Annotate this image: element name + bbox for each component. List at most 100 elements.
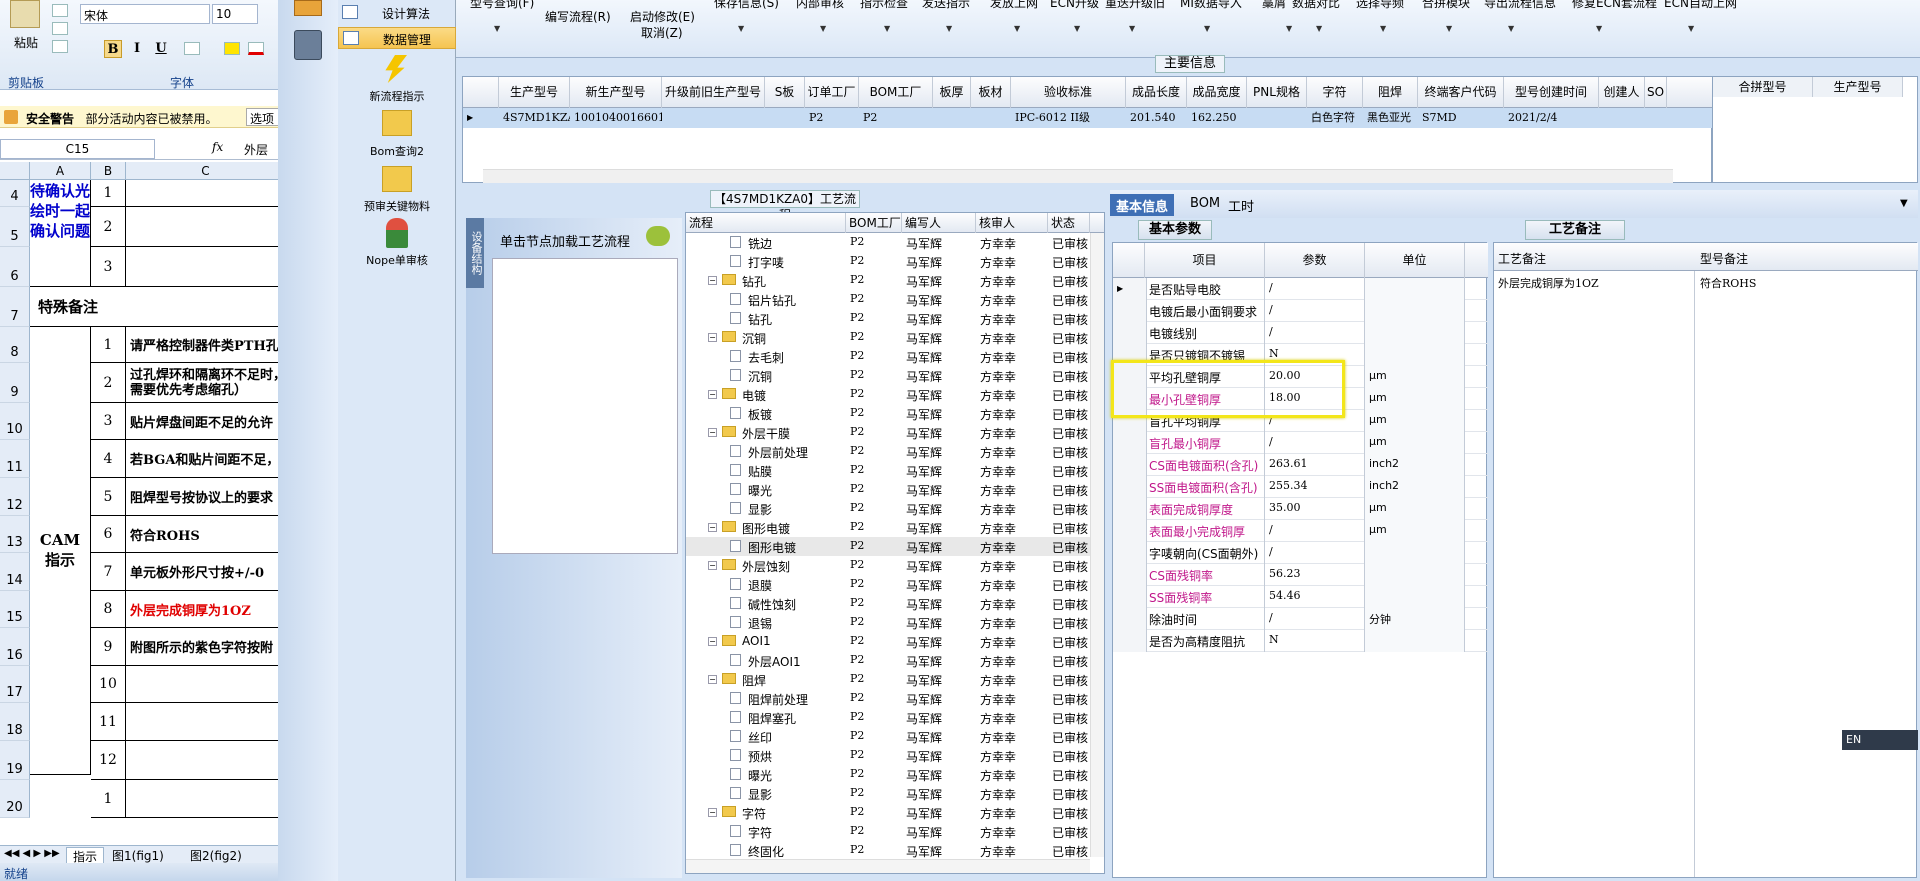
row-header[interactable]: 6	[0, 247, 30, 287]
menu-item[interactable]: 编写流程(R)	[545, 8, 611, 25]
vertical-scrollbar[interactable]	[1090, 233, 1104, 857]
menu-item[interactable]: 导出流程信息	[1484, 0, 1556, 11]
row-header[interactable]: 5	[0, 207, 30, 247]
special-note-cell[interactable]: 特殊备注	[30, 287, 278, 327]
column-header-c[interactable]: C	[126, 162, 278, 180]
chevron-down-icon[interactable]: ▼	[884, 24, 890, 33]
cell-b[interactable]: 8	[91, 591, 126, 628]
row-header[interactable]: 4	[0, 180, 30, 207]
cell-c[interactable]: 过孔焊环和隔离环不足时，需要优先考虑缩孔）	[126, 363, 278, 403]
collapse-toggle-icon[interactable]: −	[708, 523, 717, 532]
param-value[interactable]: /	[1269, 325, 1273, 338]
collapse-toggle-icon[interactable]: −	[708, 561, 717, 570]
cell-c[interactable]	[126, 666, 278, 703]
font-size-select[interactable]: 10	[212, 4, 258, 24]
italic-button[interactable]: I	[128, 40, 146, 58]
column-header[interactable]: 合拼型号	[1713, 77, 1813, 97]
cell-c[interactable]	[126, 180, 278, 207]
row-header[interactable]: 17	[0, 666, 30, 703]
column-header[interactable]: 单位	[1365, 243, 1465, 278]
tree-row[interactable]: 退锡 P2 马军辉 方幸幸 已审核	[686, 613, 1090, 632]
column-header[interactable]: 新生产型号	[570, 77, 662, 108]
column-header[interactable]: 型号创建时间	[1504, 77, 1599, 108]
tree-row[interactable]: 外层前处理 P2 马军辉 方幸幸 已审核	[686, 442, 1090, 461]
fx-icon[interactable]: fx	[212, 140, 223, 154]
table-cell[interactable]	[1645, 108, 1667, 128]
chevron-down-icon[interactable]: ▼	[1286, 24, 1292, 33]
column-header[interactable]: 流程	[686, 213, 846, 233]
calculator-icon[interactable]	[294, 30, 322, 60]
column-header[interactable]: 项目	[1145, 243, 1265, 278]
format-painter-icon[interactable]	[52, 40, 68, 53]
table-cell[interactable]	[1599, 108, 1645, 128]
collapse-toggle-icon[interactable]: −	[708, 637, 717, 646]
params-row[interactable]: SS面残铜率 54.46	[1113, 586, 1488, 608]
cell-c[interactable]: 请严格控制器件类PTH孔	[126, 327, 278, 363]
chevron-down-icon[interactable]: ▼	[1316, 24, 1322, 33]
menu-item[interactable]: ECN升级	[1050, 0, 1099, 11]
chevron-down-icon[interactable]: ▼	[820, 24, 826, 33]
collapse-toggle-icon[interactable]: −	[708, 675, 717, 684]
menu-item[interactable]: 内部审核	[796, 0, 844, 11]
table-cell[interactable]: IPC-6012 II级	[1011, 108, 1126, 128]
param-value[interactable]: 56.23	[1269, 567, 1301, 580]
row-header[interactable]: 19	[0, 741, 30, 780]
menu-item[interactable]: MI数据导入	[1180, 0, 1242, 11]
menu-item[interactable]: 重迭升级旧	[1105, 0, 1165, 11]
cancel-menu-item[interactable]: 取消(Z)	[641, 24, 683, 41]
column-header[interactable]: 生产型号	[1813, 77, 1903, 97]
chevron-down-icon[interactable]: ▼	[1204, 24, 1210, 33]
table-cell[interactable]: 201.540	[1126, 108, 1187, 128]
column-header[interactable]: 板材	[971, 77, 1011, 108]
sheet-tab[interactable]: 图2(fig2)	[190, 847, 242, 864]
nav-new-process[interactable]: 新流程指示	[338, 88, 456, 104]
column-header[interactable]: S板	[765, 77, 805, 108]
table-cell[interactable]: 黑色亚光	[1363, 108, 1418, 128]
param-value[interactable]: 35.00	[1269, 501, 1301, 514]
cell-c[interactable]: 阻焊型号按协议上的要求	[126, 478, 278, 516]
menu-item[interactable]: 修复ECN套流程	[1572, 0, 1657, 11]
param-value[interactable]: N	[1269, 347, 1279, 360]
table-cell[interactable]	[662, 108, 765, 128]
row-header[interactable]: 16	[0, 628, 30, 666]
row-header[interactable]: 8	[0, 327, 30, 363]
cell-b[interactable]: 6	[91, 516, 126, 553]
param-value[interactable]: 255.34	[1269, 479, 1308, 492]
tree-row[interactable]: − 沉铜 P2 马军辉 方幸幸 已审核	[686, 328, 1090, 347]
chevron-down-icon[interactable]: ▼	[1596, 24, 1602, 33]
params-row[interactable]: CS面残铜率 56.23	[1113, 564, 1488, 586]
tree-row[interactable]: 打字唛 P2 马军辉 方幸幸 已审核	[686, 252, 1090, 271]
param-value[interactable]: /	[1269, 303, 1273, 316]
tree-row[interactable]: − AOI1 P2 马军辉 方幸幸 已审核	[686, 632, 1090, 651]
param-value[interactable]: /	[1269, 281, 1273, 294]
cell-b[interactable]: 5	[91, 478, 126, 516]
table-row[interactable]: ▶ 4S7MD1KZA010010400166017 P2P2 IPC-6012 II…	[463, 108, 1713, 128]
collapse-toggle-icon[interactable]: −	[708, 390, 717, 399]
chevron-down-icon[interactable]: ▼	[946, 24, 952, 33]
tree-row[interactable]: − 图形电镀 P2 马军辉 方幸幸 已审核	[686, 518, 1090, 537]
tree-row[interactable]: 沉铜 P2 马军辉 方幸幸 已审核	[686, 366, 1090, 385]
nav-item-data-management[interactable]: 数据管理	[338, 27, 456, 49]
collapse-toggle-icon[interactable]: −	[708, 808, 717, 817]
formula-input[interactable]: 外层	[244, 141, 268, 158]
tree-row[interactable]: 曝光 P2 马军辉 方幸幸 已审核	[686, 765, 1090, 784]
bold-button[interactable]: B	[104, 40, 122, 58]
row-header[interactable]: 15	[0, 591, 30, 628]
param-value[interactable]: /	[1269, 545, 1273, 558]
menu-item[interactable]: ECN自动上网	[1664, 0, 1737, 11]
collapse-toggle-icon[interactable]: −	[708, 428, 717, 437]
tree-row[interactable]: 碱性蚀刻 P2 马军辉 方幸幸 已审核	[686, 594, 1090, 613]
row-header[interactable]: 18	[0, 703, 30, 741]
tree-row[interactable]: 退膜 P2 马军辉 方幸幸 已审核	[686, 575, 1090, 594]
table-cell[interactable]	[1247, 108, 1307, 128]
row-header[interactable]: 7	[0, 287, 30, 327]
params-row[interactable]: 电镀后最小面铜要求 /	[1113, 300, 1488, 322]
merged-confirm-cell[interactable]: 待确认光绘时一起确认问题	[30, 180, 91, 287]
cell-b[interactable]: 12	[91, 741, 126, 780]
menu-item[interactable]: 藁屑	[1262, 0, 1286, 11]
tree-row[interactable]: 图形电镀 P2 马军辉 方幸幸 已审核	[686, 537, 1090, 556]
tree-row[interactable]: 阻焊塞孔 P2 马军辉 方幸幸 已审核	[686, 708, 1090, 727]
cell-b[interactable]: 2	[91, 363, 126, 403]
cell-c[interactable]	[126, 741, 278, 780]
tree-row[interactable]: 铝片钻孔 P2 马军辉 方幸幸 已审核	[686, 290, 1090, 309]
